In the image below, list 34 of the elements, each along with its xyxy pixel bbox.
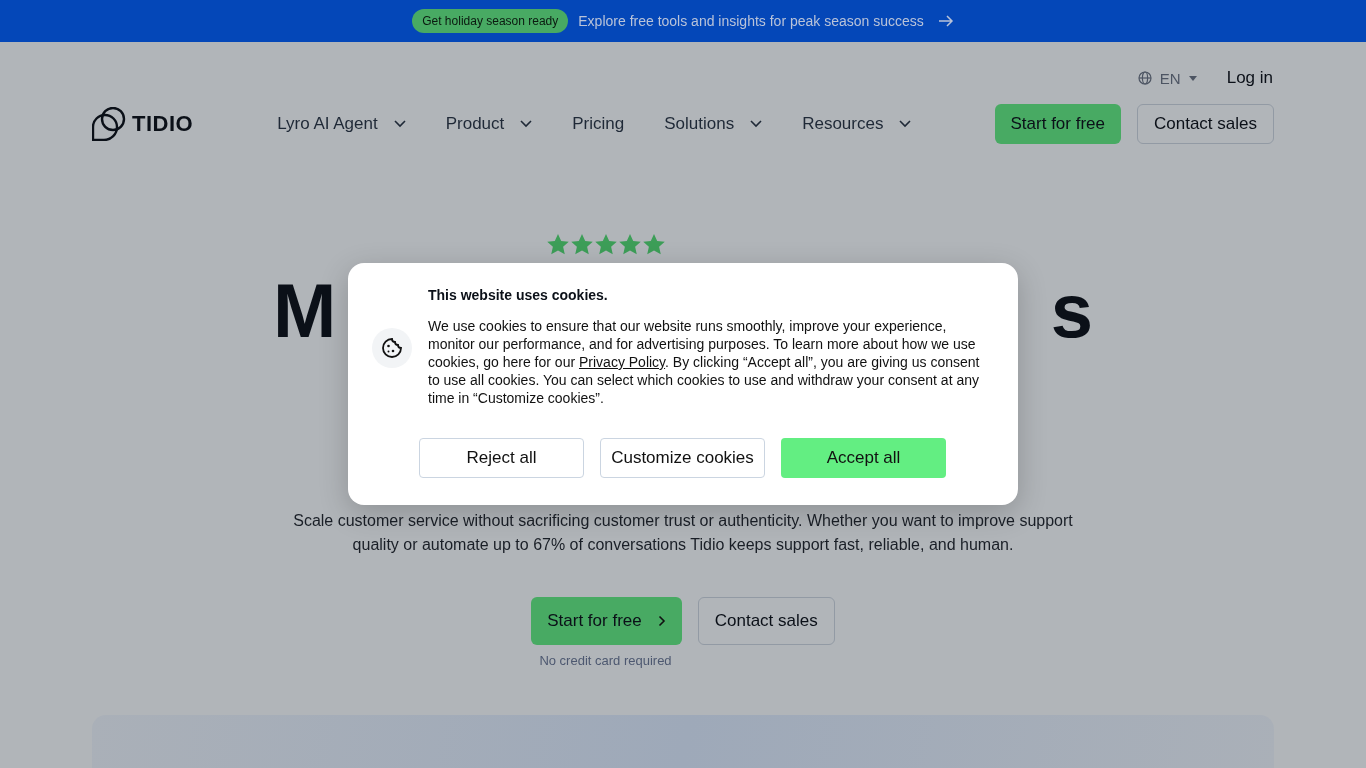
chevron-down-icon xyxy=(393,120,406,128)
heading-fragment: s xyxy=(1050,273,1093,349)
nav-link[interactable]: Product xyxy=(445,114,505,134)
globe-icon xyxy=(1137,71,1152,85)
caret-icon xyxy=(1188,75,1197,81)
dialog-title: This website uses cookies. xyxy=(428,287,609,303)
contact-sales-button[interactable]: Contact sales xyxy=(697,597,835,645)
contact-sales-button[interactable]: Contact sales xyxy=(1137,104,1274,144)
cookie-icon xyxy=(372,328,412,368)
cookie-button[interactable]: Accept all xyxy=(781,438,946,478)
logo-text[interactable]: TIDIO xyxy=(132,111,194,137)
start-for-free-button[interactable]: Start for free xyxy=(994,104,1121,144)
cookie-button[interactable]: Customize cookies xyxy=(600,438,765,478)
heading-fragment: M xyxy=(273,273,337,349)
nav-link[interactable]: Solutions xyxy=(664,114,735,134)
chevron-down-icon xyxy=(750,120,763,128)
login-link[interactable]: Log in xyxy=(1226,68,1273,88)
cookie-button[interactable]: Reject all xyxy=(419,438,584,478)
language-selector[interactable]: EN xyxy=(1159,69,1181,87)
no-credit-card-note: No credit card required xyxy=(539,653,672,668)
nav-link[interactable]: Lyro AI Agent xyxy=(277,114,378,134)
nav-link[interactable]: Resources xyxy=(802,114,884,134)
arrow-right-icon xyxy=(937,15,954,27)
chevron-down-icon xyxy=(899,120,912,128)
privacy-policy-link[interactable]: Privacy Policy xyxy=(579,354,666,370)
chevron-right-icon xyxy=(657,615,666,627)
dialog-message: We use cookies to ensure that our website runs smoothly, improve your experience, monitor our performance, and for advertising purposes. To learn more about how we use cookies, go here for our Privacy Policy. By clicking “Accept all”, you are giving us consent to use all cookies. You can select which cookies to use and withdraw your consent at any time in “Customize cookies”. xyxy=(428,317,981,407)
nav-link[interactable]: Pricing xyxy=(572,114,625,134)
hero-description: Scale customer service without sacrificing customer trust or authenticity. Whether you want to improve support quality or automate up to 67% of conversations Tidio keeps support fast, reliable, and human. xyxy=(293,511,1073,555)
chevron-down-icon xyxy=(520,120,533,128)
banner-link[interactable]: Explore free tools and insights for peak season success xyxy=(578,13,924,29)
logo-icon xyxy=(92,107,126,141)
start-for-free-button[interactable]: Start for free xyxy=(531,597,682,645)
holiday-badge[interactable]: Get holiday season ready xyxy=(412,9,569,33)
